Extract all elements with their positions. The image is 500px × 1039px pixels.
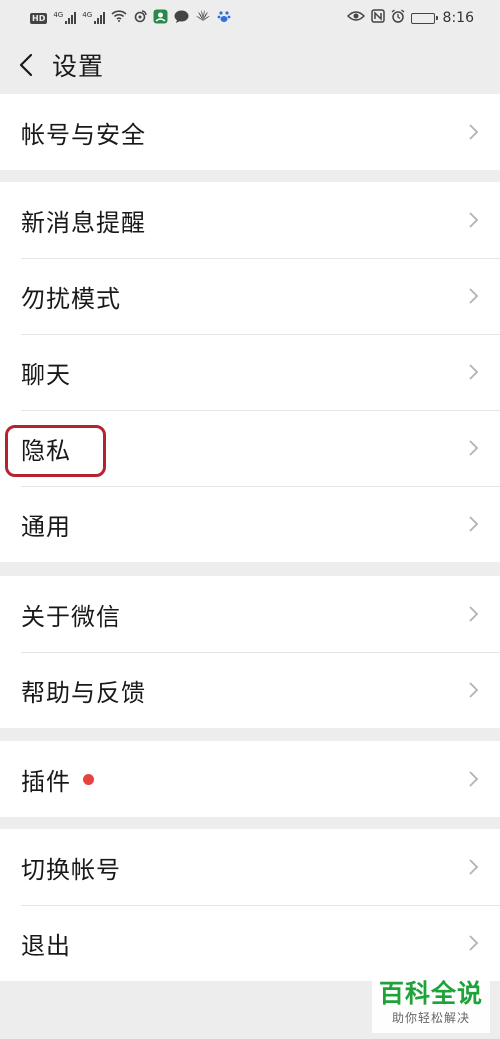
settings-item-label: 帮助与反馈 [21,678,146,707]
watermark-title: 百科全说 [378,979,483,1008]
chevron-right-icon [469,288,479,304]
chevron-right-icon [469,682,479,698]
settings-item-label: 隐私 [21,436,71,465]
status-bar: HD 4G 4G 8:16 [0,0,500,36]
settings-item-switch-account[interactable]: 切换帐号 [0,829,500,905]
chevron-right-icon [469,935,479,951]
signal-icon: 4G [53,12,77,24]
settings-group-plugins: 插件 [0,741,500,817]
settings-item-plugins[interactable]: 插件 [0,741,500,817]
settings-item-label: 聊天 [21,360,71,389]
signal-icon-2: 4G [82,12,106,24]
settings-item-chat[interactable]: 聊天 [0,334,500,410]
settings-item-do-not-disturb[interactable]: 勿扰模式 [0,258,500,334]
chevron-right-icon [469,771,479,787]
chevron-right-icon [469,606,479,622]
weibo-icon [133,9,147,27]
nav-bar: 设置 [0,36,500,94]
settings-item-label: 切换帐号 [21,855,121,884]
settings-group-account: 帐号与安全 [0,94,500,170]
page-title: 设置 [52,52,105,81]
chevron-right-icon [469,364,479,380]
chevron-right-icon [469,124,479,140]
back-arrow-icon[interactable] [4,36,48,94]
chevron-right-icon [469,859,479,875]
wifi-icon [111,10,127,26]
status-left: HD 4G 4G [30,9,231,28]
settings-item-label: 帐号与安全 [21,120,146,149]
chevron-right-icon [469,516,479,532]
settings-group-session: 切换帐号 退出 [0,829,500,981]
eye-icon [346,10,365,26]
battery-icon [410,12,438,24]
chat-bubble-icon [174,10,189,27]
clock-time: 8:16 [442,10,474,26]
hd-badge: HD [30,12,48,24]
settings-item-about-wechat[interactable]: 关于微信 [0,576,500,652]
settings-item-label: 插件 [21,767,71,796]
nfc-icon [370,9,385,27]
settings-item-new-message[interactable]: 新消息提醒 [0,182,500,258]
status-right: 8:16 [346,9,474,27]
settings-item-label: 勿扰模式 [21,284,121,313]
settings-item-label: 关于微信 [21,602,121,631]
settings-item-label: 新消息提醒 [21,208,146,237]
settings-item-label: 退出 [21,931,71,960]
settings-item-privacy[interactable]: 隐私 [0,410,500,486]
alarm-icon [391,9,405,27]
baidu-paw-icon [217,9,231,27]
settings-item-account-security[interactable]: 帐号与安全 [0,94,500,170]
app-icon [153,9,168,28]
notification-dot [83,773,94,785]
settings-item-general[interactable]: 通用 [0,486,500,562]
chevron-right-icon [469,440,479,456]
settings-item-help-feedback[interactable]: 帮助与反馈 [0,652,500,728]
huawei-icon [195,10,211,26]
settings-item-label: 通用 [21,512,71,541]
watermark-subtitle: 助你轻松解决 [391,1011,470,1025]
settings-group-about: 关于微信 帮助与反馈 [0,576,500,728]
watermark-logo: 百科全说 助你轻松解决 [372,975,490,1033]
chevron-right-icon [469,212,479,228]
settings-group-general: 新消息提醒 勿扰模式 聊天 隐私 通用 [0,182,500,562]
settings-item-logout[interactable]: 退出 [0,905,500,981]
